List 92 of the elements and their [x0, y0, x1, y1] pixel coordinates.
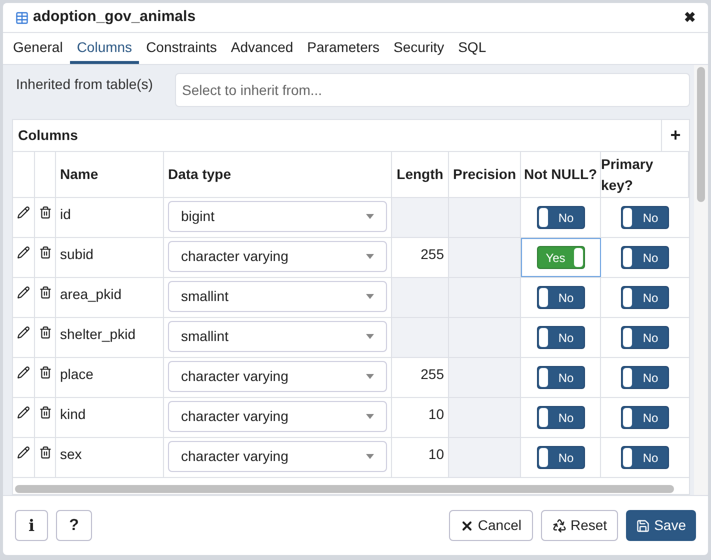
column-header: Name	[60, 165, 98, 184]
close-button[interactable]: ✖	[684, 7, 696, 28]
save-icon	[636, 518, 650, 532]
column-name: area_pkid	[60, 286, 122, 302]
tab[interactable]: Advanced	[224, 33, 300, 64]
delete-icon[interactable]	[38, 446, 52, 459]
column-name: kind	[60, 406, 86, 422]
toggle-switch[interactable]: No	[621, 366, 669, 389]
toggle-label: No	[642, 410, 660, 426]
recycle-icon	[552, 518, 566, 533]
data-type-select[interactable]: smallint	[168, 281, 387, 312]
cancel-button[interactable]: Cancel	[448, 510, 532, 541]
tab[interactable]: Parameters	[300, 33, 387, 64]
caret-icon	[366, 334, 374, 339]
delete-icon[interactable]	[38, 286, 52, 299]
toggle-switch[interactable]: No	[621, 206, 669, 229]
delete-icon[interactable]	[38, 366, 52, 379]
column-name: subid	[60, 246, 94, 262]
toggle-label: No	[642, 250, 660, 266]
column-header: Precision	[452, 165, 516, 184]
delete-icon[interactable]	[38, 406, 52, 419]
toggle-switch[interactable]: No	[536, 286, 584, 309]
tab[interactable]: Constraints	[139, 33, 224, 64]
toggle-switch[interactable]: Yes	[537, 246, 585, 269]
toggle-switch[interactable]: No	[536, 406, 584, 429]
caret-icon	[366, 214, 374, 219]
edit-icon[interactable]	[17, 246, 30, 259]
tab[interactable]: General	[6, 33, 70, 64]
tab[interactable]: Security	[386, 33, 452, 64]
edit-icon[interactable]	[17, 446, 30, 459]
data-type-select[interactable]: character varying	[168, 401, 387, 432]
toggle-label: No	[642, 330, 660, 346]
column-name: place	[60, 366, 94, 382]
reset-button[interactable]: Reset	[540, 510, 618, 541]
toggle-label: No	[557, 410, 575, 426]
toggle-label: No	[557, 370, 575, 386]
edit-icon[interactable]	[17, 366, 30, 379]
close-icon	[460, 518, 474, 532]
toggle-label: No	[557, 210, 575, 226]
delete-icon[interactable]	[38, 206, 52, 219]
column-header: Data type	[168, 165, 232, 184]
data-type-select[interactable]: smallint	[168, 321, 387, 352]
toggle-label: No	[642, 210, 660, 226]
toggle-switch[interactable]: No	[621, 246, 669, 269]
caret-icon	[366, 414, 374, 419]
data-type-select[interactable]: character varying	[168, 361, 387, 392]
table-icon	[15, 10, 29, 24]
column-name: shelter_pkid	[60, 326, 136, 342]
column-name: id	[60, 206, 71, 222]
toggle-switch[interactable]: No	[536, 366, 584, 389]
add-button[interactable]: +	[661, 120, 689, 151]
caret-icon	[366, 254, 374, 259]
data-type-select[interactable]: character varying	[168, 241, 387, 272]
delete-icon[interactable]	[38, 246, 52, 259]
edit-icon[interactable]	[17, 326, 30, 339]
toggle-label: No	[557, 450, 575, 466]
scrollbar[interactable]	[15, 485, 674, 493]
toggle-label: No	[642, 370, 660, 386]
toggle-switch[interactable]: No	[536, 446, 584, 469]
help-button[interactable]: ?	[56, 510, 92, 541]
delete-icon[interactable]	[38, 326, 52, 339]
toggle-switch[interactable]: No	[621, 446, 669, 469]
column-header: Not NULL?	[524, 165, 598, 184]
save-button[interactable]: Save	[626, 510, 696, 541]
window-title: adoption_gov_animals	[33, 7, 196, 28]
toggle-switch[interactable]: No	[621, 326, 669, 349]
edit-icon[interactable]	[17, 206, 30, 219]
column-header: Length	[396, 165, 444, 184]
toggle-label: Yes	[544, 250, 566, 266]
panel-title: Columns	[17, 126, 78, 145]
toggle-switch[interactable]: No	[621, 406, 669, 429]
toggle-switch[interactable]: No	[536, 326, 584, 349]
info-button[interactable]: i	[15, 510, 48, 541]
caret-icon	[366, 454, 374, 459]
data-type-select[interactable]: character varying	[168, 441, 387, 472]
inherit-select[interactable]: Select to inherit from...	[175, 73, 690, 107]
toggle-switch[interactable]: No	[536, 206, 584, 229]
data-type-select[interactable]: bigint	[168, 201, 387, 232]
toggle-label: No	[642, 290, 660, 306]
column-name: sex	[60, 446, 82, 462]
toggle-label: No	[642, 450, 660, 466]
toggle-label: No	[557, 290, 575, 306]
tab[interactable]: SQL	[451, 33, 494, 64]
column-header: Primary key?	[601, 154, 654, 195]
field-label: Inherited from table(s)	[15, 75, 154, 94]
caret-icon	[366, 294, 374, 299]
edit-icon[interactable]	[17, 286, 30, 299]
edit-icon[interactable]	[17, 406, 30, 419]
caret-icon	[366, 374, 374, 379]
toggle-switch[interactable]: No	[621, 286, 669, 309]
toggle-label: No	[557, 330, 575, 346]
scrollbar[interactable]	[697, 67, 705, 202]
